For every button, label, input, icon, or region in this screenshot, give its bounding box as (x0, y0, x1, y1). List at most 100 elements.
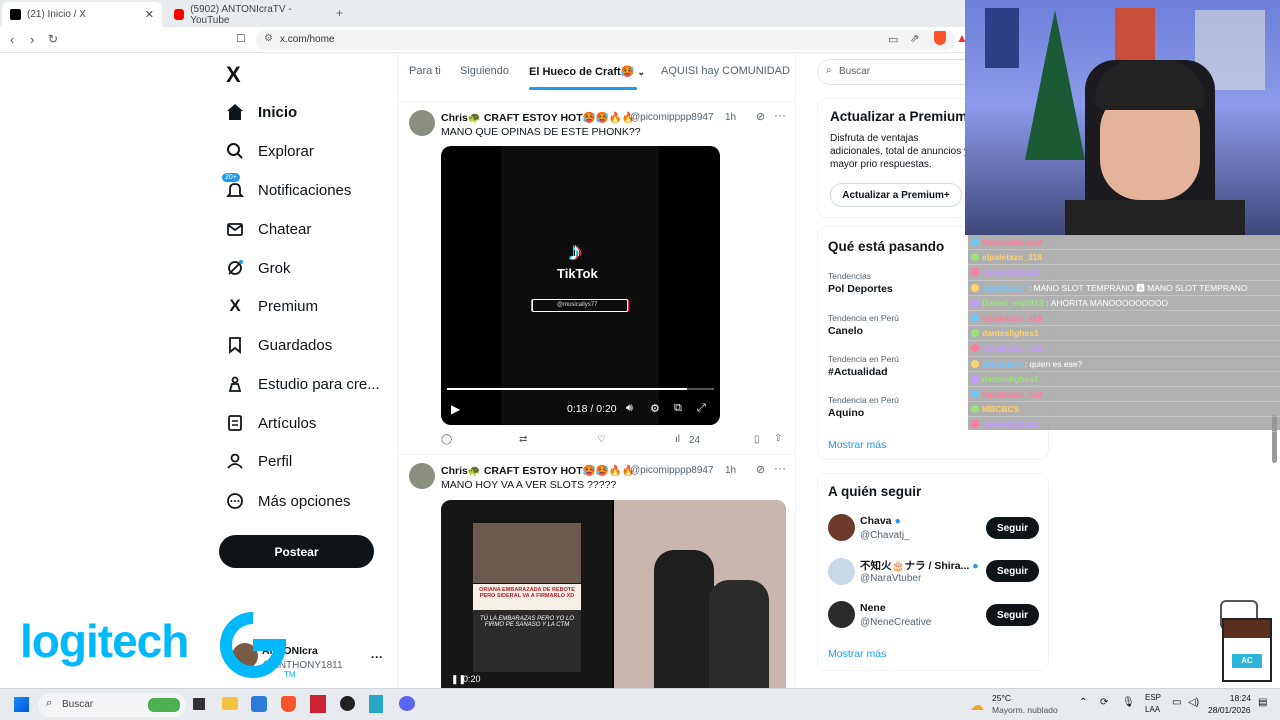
task-view-icon[interactable] (193, 698, 205, 710)
url-field[interactable]: ⚙ x.com/home (256, 30, 956, 50)
settings-gear-icon[interactable]: ⚙ (650, 402, 660, 415)
like-icon[interactable]: ♡ (597, 434, 606, 445)
avatar[interactable] (409, 463, 435, 489)
tab-hueco-craft[interactable]: El Hueco de Craft🥵 ⌄ (529, 65, 645, 78)
brave-shield-icon[interactable] (934, 31, 946, 45)
reply-icon[interactable]: ◯ (441, 434, 452, 445)
sidebar-item-notifications[interactable]: 20+ Notificaciones (222, 173, 351, 205)
follow-user-name[interactable]: Chava ● (860, 515, 901, 527)
store-icon[interactable] (251, 696, 267, 712)
sidebar-item-chat[interactable]: Chatear (226, 214, 311, 244)
language-top[interactable]: ESP (1145, 693, 1161, 702)
discord-icon[interactable] (399, 696, 415, 711)
sidebar-item-more[interactable]: Más opciones (226, 486, 351, 516)
follow-user-name[interactable]: Nene (860, 602, 886, 614)
tweet-time[interactable]: 1h (725, 112, 736, 123)
follow-button[interactable]: Seguir (986, 604, 1039, 626)
sidebar-item-premium[interactable]: X Premium (226, 291, 318, 321)
windows-start-icon[interactable] (14, 697, 29, 712)
sidebar-item-profile[interactable]: Perfil (226, 446, 292, 476)
tab-community[interactable]: AQUISI hay COMUNIDAD (661, 65, 790, 77)
grok-tweet-icon[interactable]: ⊘ (756, 110, 765, 123)
browser-tab[interactable]: (5902) ANTONIcraTV - YouTube (166, 2, 331, 27)
file-explorer-icon[interactable] (222, 697, 238, 710)
views-icon[interactable]: ıl (675, 434, 680, 445)
avatar[interactable] (828, 601, 855, 628)
back-icon[interactable]: ‹ (10, 32, 14, 47)
volume-tray-icon[interactable]: ◁) (1188, 697, 1199, 708)
clock-time[interactable]: 18:24 (1222, 693, 1251, 703)
share-tweet-icon[interactable]: ⇧ (774, 433, 782, 444)
tweet-handle[interactable]: @picomipppp8947 (630, 112, 714, 123)
brave-browser-icon[interactable] (281, 696, 296, 712)
tweet-more-icon[interactable]: ··· (774, 461, 786, 475)
tweet-time[interactable]: 1h (725, 465, 736, 476)
microphone-icon[interactable]: 🎙︎ (1122, 697, 1135, 708)
tab-following[interactable]: Siguiendo (460, 65, 509, 77)
trending-show-more-link[interactable]: Mostrar más (828, 439, 886, 451)
x-logo-icon[interactable]: X (226, 62, 241, 88)
grok-tweet-icon[interactable]: ⊘ (756, 463, 765, 476)
site-info-icon[interactable]: ⚙ (264, 33, 273, 44)
logitech-g-logo (220, 612, 286, 678)
network-icon[interactable]: ▭ (1172, 697, 1181, 708)
clock-date[interactable]: 28/01/2026 (1208, 705, 1251, 715)
new-tab-button[interactable]: + (336, 6, 343, 20)
share-icon[interactable]: ⇗ (910, 32, 919, 45)
sidebar-item-grok[interactable]: Grok (226, 253, 291, 283)
volume-icon[interactable]: 🔊︎ (626, 402, 633, 415)
tweet-author[interactable]: Chris🐢 CRAFT ESTOY HOT🥵🥵🔥🔥 (441, 111, 635, 124)
repost-icon[interactable]: ⇄ (519, 434, 527, 445)
chevron-down-icon[interactable]: ⌄ (637, 67, 645, 77)
play-icon[interactable]: ▶ (451, 402, 460, 416)
sidebar-item-bookmarks[interactable]: Guardados (226, 330, 332, 360)
close-tab-icon[interactable]: ✕ (145, 8, 154, 21)
weather-desc[interactable]: Mayorm. nublado (992, 705, 1058, 715)
media-grid[interactable]: ORIANA EMBARAZADA DE REBOTE PERO SIDERAL… (441, 500, 786, 688)
video-player[interactable]: ♪ TikTok @musicallys77 ▶ 0:18 / 0:20 🔊︎ … (441, 146, 720, 425)
media-image-right[interactable] (614, 500, 786, 688)
sidebar-item-studio[interactable]: Estudio para cre... (226, 369, 380, 399)
tray-sync-icon[interactable]: ⟳ (1100, 697, 1108, 708)
tab-for-you[interactable]: Para ti (409, 65, 441, 77)
sidebar-item-articles[interactable]: Artículos (226, 408, 316, 438)
tweet-handle[interactable]: @picomipppp8947 (630, 465, 714, 476)
avatar[interactable] (828, 558, 855, 585)
post-button[interactable]: Postear (219, 535, 374, 568)
taskbar-search[interactable]: ⌕ Buscar (38, 693, 186, 717)
who-to-follow-show-more-link[interactable]: Mostrar más (828, 648, 886, 660)
forward-icon[interactable]: › (30, 32, 34, 47)
media-image-left[interactable]: ORIANA EMBARAZADA DE REBOTE PERO SIDERAL… (441, 500, 612, 688)
cast-icon[interactable]: ▭ (888, 33, 898, 46)
notification-center-icon[interactable]: ▤ (1258, 697, 1267, 708)
reload-icon[interactable]: ↻ (48, 32, 58, 46)
weather-temp[interactable]: 25°C (992, 693, 1011, 703)
follow-user-name[interactable]: 不知火🎂ナラ / Shira... ● (860, 558, 979, 573)
sidebar-item-home[interactable]: Inicio (226, 97, 297, 127)
avatar[interactable] (828, 514, 855, 541)
follow-button[interactable]: Seguir (986, 517, 1039, 539)
premium-upgrade-button[interactable]: Actualizar a Premium+ (830, 183, 962, 207)
tray-chevron-icon[interactable]: ⌃ (1079, 697, 1087, 708)
follow-button[interactable]: Seguir (986, 560, 1039, 582)
trend-item[interactable]: #Actualidad (828, 366, 888, 378)
video-progress-track[interactable] (447, 388, 714, 390)
trend-item[interactable]: Canelo (828, 325, 863, 337)
fullscreen-icon[interactable]: ⤢ (697, 402, 706, 415)
avatar[interactable] (409, 110, 435, 136)
trend-item[interactable]: Pol Deportes (828, 283, 893, 295)
picture-in-picture-icon[interactable]: ⧉ (674, 402, 682, 415)
app-icon[interactable] (310, 695, 326, 713)
search-input[interactable]: ⌕ Buscar (817, 59, 977, 85)
account-more-icon[interactable]: ··· (371, 650, 383, 664)
bookmark-page-icon[interactable]: ☐ (236, 32, 246, 45)
obs-icon[interactable] (340, 696, 355, 711)
browser-tab-active[interactable]: (21) Inicio / X ✕ (2, 2, 162, 27)
tweet-author[interactable]: Chris🐢 CRAFT ESTOY HOT🥵🥵🔥🔥 (441, 464, 635, 477)
language-bottom[interactable]: LAA (1145, 705, 1160, 714)
sidebar-item-explore[interactable]: Explorar (226, 136, 314, 166)
bookmark-tweet-icon[interactable]: ▯ (754, 434, 760, 445)
app-icon[interactable] (369, 695, 383, 713)
tweet-more-icon[interactable]: ··· (774, 108, 786, 122)
trend-item[interactable]: Aquino (828, 407, 864, 419)
